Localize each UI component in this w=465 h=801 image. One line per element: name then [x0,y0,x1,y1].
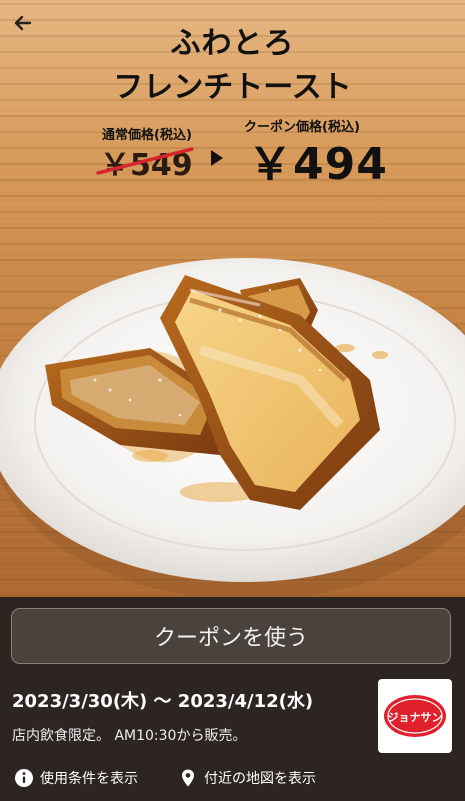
show-conditions-link[interactable]: 使用条件を表示 [14,768,138,788]
use-coupon-button[interactable]: クーポンを使う [11,608,451,664]
product-title-line1: ふわとろ [170,26,295,61]
brand-logo-text: ジョナサン [388,711,443,724]
coupon-valid-dates: 2023/3/30(木) 〜 2023/4/12(水) [12,691,314,712]
price-arrow-icon [211,150,223,166]
coupon-note: 店内飲食限定。 AM10:30から販売。 [12,728,247,744]
price-strike-line [96,147,194,175]
info-icon [15,769,33,787]
bottom-links: 使用条件を表示 付近の地図を表示 [12,768,452,792]
show-nearby-map-label: 付近の地図を表示 [204,771,316,787]
show-conditions-label: 使用条件を表示 [40,771,138,787]
french-toast-plate-image [0,258,465,595]
product-title-line2: フレンチトースト [113,70,352,105]
show-nearby-map-link[interactable]: 付近の地図を表示 [178,768,316,788]
coupon-price: ￥494 [248,139,388,190]
map-pin-icon [182,769,194,787]
coupon-detail-screen: ふわとろ フレンチトースト 通常価格(税込) ￥549 クーポン価格(税込) ￥… [0,0,465,801]
use-coupon-button-label: クーポンを使う [153,626,308,651]
jonathan-logo-icon: ジョナサン [384,695,446,737]
brand-logo: ジョナサン [378,679,452,753]
